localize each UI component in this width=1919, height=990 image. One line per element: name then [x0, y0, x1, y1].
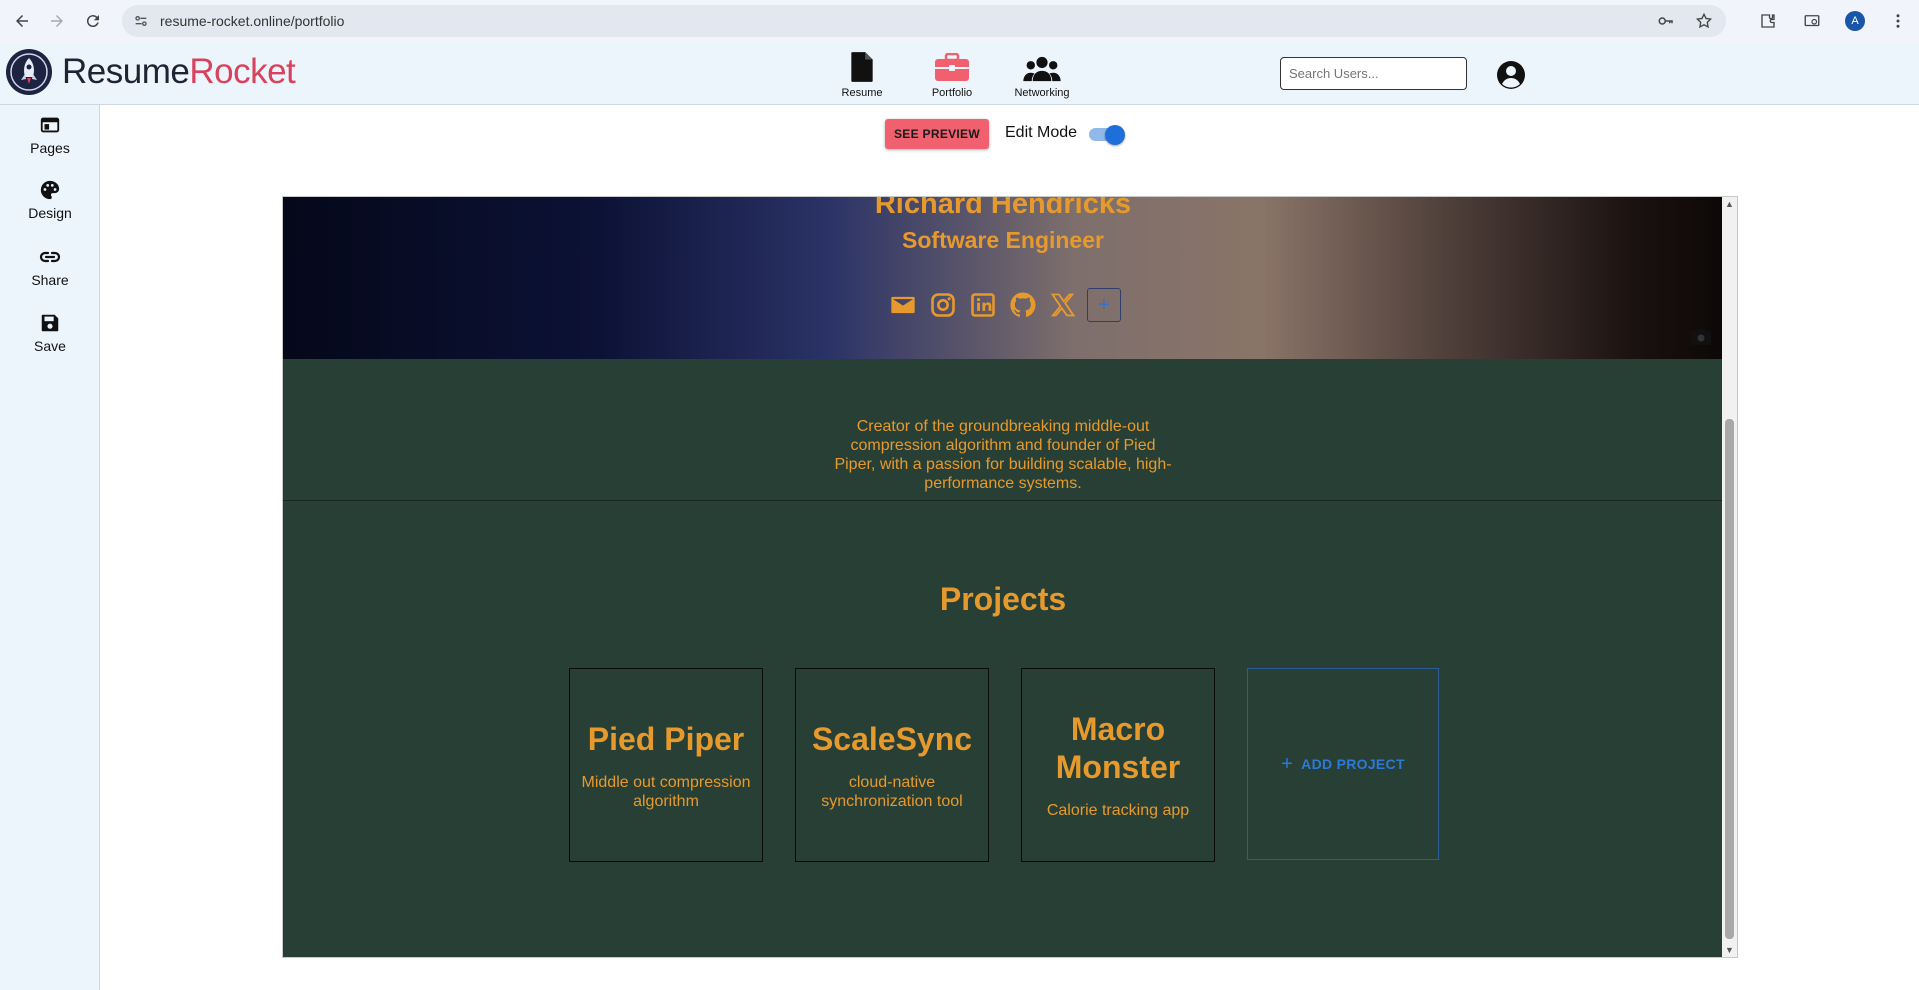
sidebar-item-label: Pages	[30, 140, 70, 156]
project-card[interactable]: Macro Monster Calorie tracking app	[1021, 668, 1215, 862]
scroll-down-arrow-icon[interactable]: ▼	[1722, 943, 1737, 957]
add-project-button[interactable]: + ADD PROJECT	[1247, 668, 1439, 860]
add-social-button[interactable]: +	[1087, 288, 1121, 322]
hero-banner: Richard Hendricks Software Engineer +	[283, 197, 1723, 359]
project-title: ScaleSync	[811, 720, 973, 757]
sidebar-item-design[interactable]: Design	[0, 178, 100, 221]
browser-toolbar: resume-rocket.online/portfolio A	[0, 0, 1919, 43]
sidebar-item-label: Design	[28, 205, 72, 221]
reload-icon[interactable]	[81, 9, 105, 33]
canvas-scrollbar[interactable]: ▲ ▼	[1722, 197, 1737, 957]
projects-heading[interactable]: Projects	[283, 581, 1723, 618]
scrollbar-thumb[interactable]	[1725, 419, 1734, 939]
scroll-up-arrow-icon[interactable]: ▲	[1722, 197, 1737, 211]
site-info-icon[interactable]	[132, 12, 150, 30]
add-project-label: ADD PROJECT	[1301, 756, 1405, 772]
rocket-icon	[6, 49, 52, 95]
project-card[interactable]: Pied Piper Middle out compression algori…	[569, 668, 763, 862]
edit-mode-toggle[interactable]	[1089, 125, 1125, 145]
pages-icon	[38, 113, 62, 137]
portfolio-name[interactable]: Richard Hendricks	[283, 197, 1723, 221]
address-bar[interactable]: resume-rocket.online/portfolio	[122, 5, 1726, 37]
search-users-input[interactable]	[1280, 57, 1467, 90]
brand-logo[interactable]: ResumeRocket	[6, 49, 296, 95]
bio-text[interactable]: Creator of the groundbreaking middle-out…	[833, 417, 1173, 493]
save-icon	[38, 311, 62, 335]
brand-name-part2: Rocket	[189, 52, 296, 91]
see-preview-button[interactable]: SEE PREVIEW	[885, 119, 989, 149]
palette-icon	[38, 178, 62, 202]
brand-name-part1: Resume	[62, 52, 190, 91]
people-icon	[1023, 47, 1061, 83]
url-text[interactable]: resume-rocket.online/portfolio	[160, 13, 344, 29]
nav-label: Resume	[841, 87, 883, 99]
project-description: Middle out compression algorithm	[581, 773, 751, 810]
app-header: ResumeRocket Resume Portfolio Networking	[0, 43, 1919, 105]
plus-icon: +	[1281, 752, 1294, 775]
link-icon	[38, 245, 62, 269]
project-title: Pied Piper	[587, 720, 745, 757]
x-icon[interactable]	[1047, 289, 1079, 321]
toggle-knob	[1105, 125, 1125, 145]
media-icon[interactable]	[1801, 10, 1823, 32]
account-circle-icon[interactable]	[1496, 60, 1526, 90]
project-description: Calorie tracking app	[1046, 802, 1190, 819]
project-card[interactable]: ScaleSync cloud-native synchronization t…	[795, 668, 989, 862]
social-links: +	[887, 288, 1121, 322]
linkedin-icon[interactable]	[967, 289, 999, 321]
key-icon[interactable]	[1656, 11, 1676, 31]
briefcase-icon	[934, 47, 970, 83]
instagram-icon[interactable]	[927, 289, 959, 321]
sidebar-item-label: Save	[34, 338, 66, 354]
nav-portfolio[interactable]: Portfolio	[922, 47, 982, 99]
edit-mode-label: Edit Mode	[1005, 124, 1078, 141]
github-icon[interactable]	[1007, 289, 1039, 321]
extensions-icon[interactable]	[1757, 10, 1779, 32]
document-icon	[849, 47, 875, 83]
portfolio-canvas: Richard Hendricks Software Engineer + Cr…	[282, 196, 1738, 958]
nav-resume[interactable]: Resume	[832, 47, 892, 99]
main-nav: Resume Portfolio Networking	[832, 47, 1102, 99]
profile-avatar[interactable]: A	[1845, 11, 1865, 31]
star-icon[interactable]	[1694, 11, 1714, 31]
email-icon[interactable]	[887, 289, 919, 321]
portfolio-role[interactable]: Software Engineer	[283, 227, 1723, 254]
forward-icon[interactable]	[45, 9, 69, 33]
project-title: Macro Monster	[1055, 711, 1181, 785]
nav-label: Networking	[1014, 87, 1070, 99]
nav-label: Portfolio	[931, 87, 973, 99]
project-description: cloud-native synchronization tool	[821, 773, 963, 810]
camera-icon[interactable]	[1689, 327, 1713, 347]
sidebar-item-pages[interactable]: Pages	[0, 113, 100, 156]
sidebar-item-label: Share	[31, 272, 69, 288]
sidebar-item-save[interactable]: Save	[0, 311, 100, 354]
bio-section: Creator of the groundbreaking middle-out…	[283, 359, 1723, 501]
back-icon[interactable]	[10, 9, 34, 33]
menu-icon[interactable]	[1887, 10, 1909, 32]
nav-networking[interactable]: Networking	[1012, 47, 1072, 99]
sidebar-item-share[interactable]: Share	[0, 245, 100, 288]
editor-sidebar: Pages Design Share Save	[0, 105, 100, 990]
